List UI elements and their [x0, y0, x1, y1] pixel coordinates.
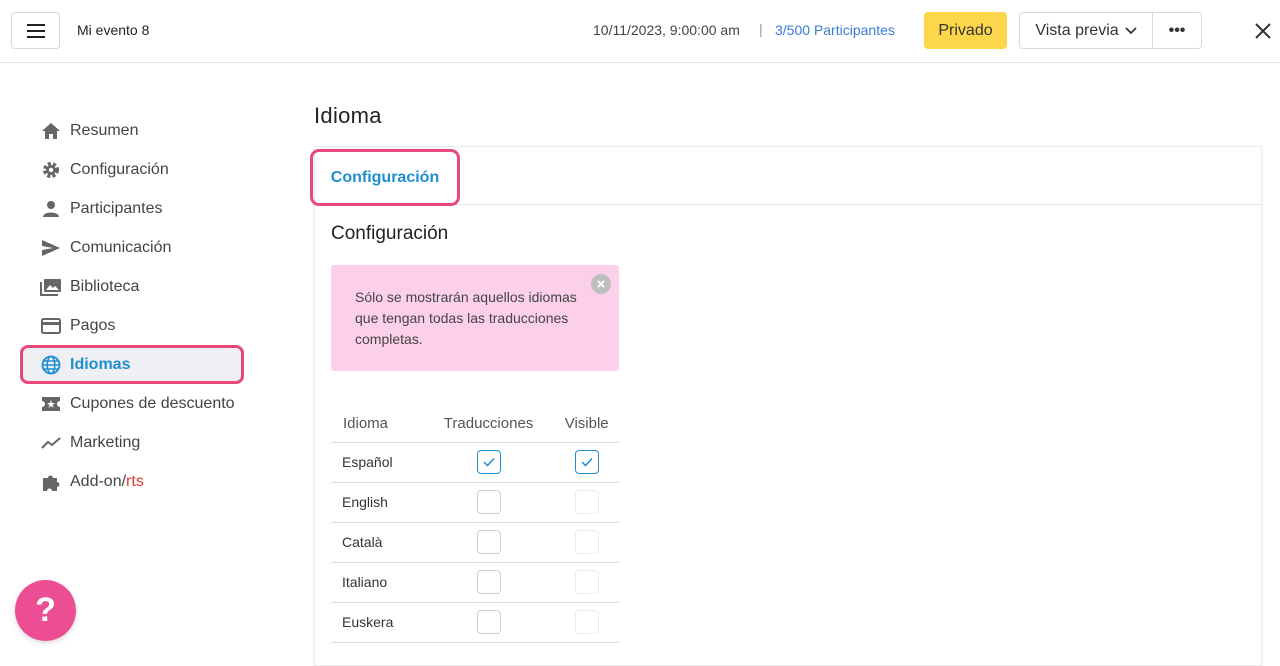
sidebar-item-configuracion[interactable]: Configuración	[20, 150, 250, 189]
translations-checkbox[interactable]	[476, 450, 501, 474]
table-row: English	[331, 482, 619, 523]
column-header-traducciones: Traducciones	[422, 405, 555, 443]
column-header-visible: Visible	[554, 405, 619, 443]
languages-table: Idioma Traducciones Visible Español Engl…	[331, 405, 619, 643]
sidebar-item-comunicacion[interactable]: Comunicación	[20, 228, 250, 267]
sidebar-nav: Resumen Configuración Participantes Comu…	[20, 111, 250, 501]
alert-close-button[interactable]	[591, 274, 611, 294]
images-icon	[40, 276, 62, 298]
info-alert: Sólo se mostrarán aquellos idiomas que t…	[331, 265, 619, 371]
visible-checkbox	[574, 490, 599, 514]
language-name: Español	[331, 442, 423, 483]
menu-button[interactable]	[11, 12, 60, 49]
sidebar-item-label: Add-on/rts	[70, 472, 144, 490]
event-title: Mi evento 8	[77, 22, 150, 38]
table-row: Euskera	[331, 602, 619, 643]
close-icon	[1255, 23, 1271, 39]
hamburger-icon	[26, 23, 45, 38]
sidebar-item-label: Pagos	[70, 316, 116, 334]
visible-checkbox	[574, 530, 599, 554]
sidebar-item-label: Biblioteca	[70, 277, 140, 295]
header-separator: |	[759, 21, 763, 37]
sidebar-item-resumen[interactable]: Resumen	[20, 111, 250, 150]
sidebar-item-marketing[interactable]: Marketing	[20, 423, 250, 462]
sidebar-item-idiomas[interactable]: Idiomas	[20, 345, 244, 384]
translations-checkbox[interactable]	[476, 610, 501, 634]
sidebar-item-label: Configuración	[70, 160, 169, 178]
participants-label: Participantes	[813, 22, 895, 38]
check-icon	[581, 457, 593, 467]
sidebar-item-biblioteca[interactable]: Biblioteca	[20, 267, 250, 306]
sidebar-item-participantes[interactable]: Participantes	[20, 189, 250, 228]
puzzle-icon	[40, 471, 62, 493]
ticket-icon	[40, 393, 62, 415]
participants-count: 3/500	[775, 22, 811, 38]
alert-text: Sólo se mostrarán aquellos idiomas que t…	[355, 289, 577, 347]
tab-configuracion[interactable]: Configuración	[310, 149, 460, 206]
credit-card-icon	[40, 315, 62, 337]
sidebar-item-label: Idiomas	[70, 355, 131, 373]
translations-checkbox[interactable]	[476, 490, 501, 514]
table-row: Català	[331, 522, 619, 563]
section-title: Configuración	[331, 223, 449, 244]
close-button[interactable]	[1250, 18, 1276, 44]
preview-label: Vista previa	[1035, 21, 1119, 39]
page-title: Idioma	[314, 103, 382, 128]
column-header-idioma: Idioma	[331, 405, 423, 443]
send-icon	[40, 237, 62, 259]
addon-rts-suffix: rts	[126, 472, 144, 490]
table-row: Español	[331, 442, 619, 483]
sidebar-item-pagos[interactable]: Pagos	[20, 306, 250, 345]
sidebar-item-label: Marketing	[70, 433, 141, 451]
visible-checkbox	[574, 570, 599, 594]
trend-icon	[40, 432, 62, 454]
gear-icon	[40, 159, 62, 181]
sidebar-item-label: Cupones de descuento	[70, 394, 235, 412]
language-name: English	[331, 482, 423, 523]
event-date: 10/11/2023, 9:00:00 am	[593, 22, 740, 38]
tab-bar: Configuración	[310, 147, 1261, 206]
home-icon	[40, 120, 62, 142]
participants-link[interactable]: 3/500 Participantes	[775, 22, 895, 38]
help-button[interactable]: ?	[15, 580, 76, 641]
more-options-button[interactable]: •••	[1152, 12, 1202, 49]
chevron-down-icon	[1125, 26, 1137, 34]
sidebar-item-cupones[interactable]: Cupones de descuento	[20, 384, 250, 423]
translations-checkbox[interactable]	[476, 530, 501, 554]
person-icon	[40, 198, 62, 220]
language-name: Català	[331, 522, 423, 563]
sidebar-item-label: Resumen	[70, 121, 139, 139]
table-row: Italiano	[331, 562, 619, 603]
visible-checkbox	[574, 610, 599, 634]
preview-dropdown[interactable]: Vista previa	[1019, 12, 1153, 49]
sidebar-item-label: Comunicación	[70, 238, 172, 256]
check-icon	[483, 457, 495, 467]
sidebar-item-addons[interactable]: Add-on/rts	[20, 462, 250, 501]
language-name: Euskera	[331, 602, 423, 643]
close-icon	[597, 280, 605, 288]
private-button[interactable]: Privado	[924, 12, 1007, 49]
language-name: Italiano	[331, 562, 423, 603]
visible-checkbox[interactable]	[574, 450, 599, 474]
translations-checkbox[interactable]	[476, 570, 501, 594]
globe-icon	[40, 354, 62, 376]
table-header-row: Idioma Traducciones Visible	[331, 405, 619, 443]
sidebar-item-label: Participantes	[70, 199, 163, 217]
settings-card: Configuración Configuración Sólo se most…	[310, 146, 1262, 666]
top-bar: Mi evento 8 10/11/2023, 9:00:00 am | 3/5…	[0, 0, 1280, 63]
